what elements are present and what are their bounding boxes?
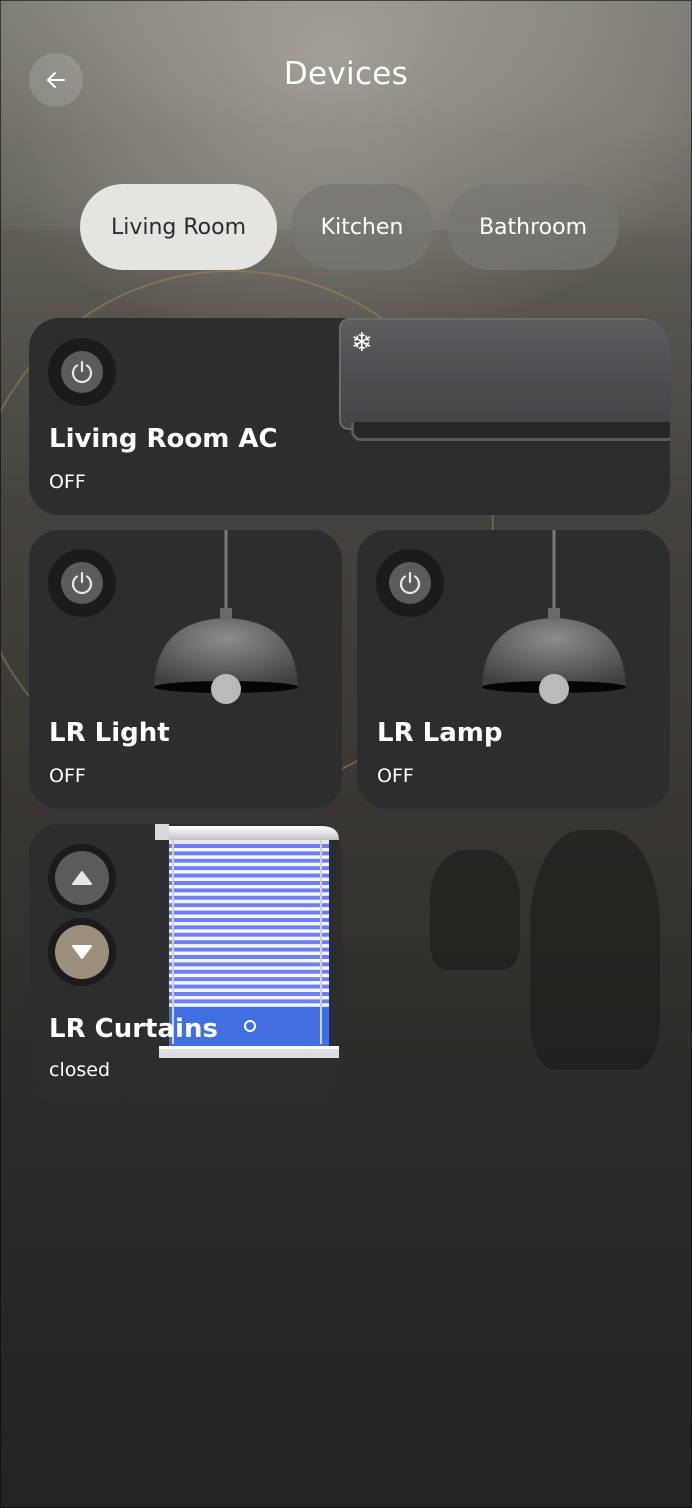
- blind-slat: [169, 984, 329, 989]
- blind-slat: [169, 977, 329, 982]
- blind-slat-highlight: [169, 870, 329, 874]
- device-card-ac[interactable]: ❄ Living Room AC OFF: [29, 318, 670, 515]
- blind-slat-highlight: [169, 855, 329, 859]
- tab-kitchen[interactable]: Kitchen: [291, 184, 433, 270]
- device-name: LR Light: [49, 718, 170, 748]
- device-state: closed: [49, 1059, 110, 1081]
- blind-slat-highlight: [169, 922, 329, 926]
- blind-slat: [169, 851, 329, 856]
- blind-slat: [169, 858, 329, 863]
- blind-slat-highlight: [169, 959, 329, 963]
- room-tabs: Living Room Kitchen Bathroom: [80, 184, 619, 270]
- blind-slat: [169, 940, 329, 945]
- blind-slat-highlight: [169, 936, 329, 941]
- blind-slat: [169, 925, 329, 930]
- blind-slat: [169, 881, 329, 885]
- device-state: OFF: [49, 765, 86, 787]
- tab-bathroom[interactable]: Bathroom: [447, 184, 619, 270]
- device-name: LR Lamp: [377, 718, 503, 748]
- blind-slat-highlight: [169, 996, 329, 1000]
- device-name: Living Room AC: [49, 424, 278, 454]
- blind-slat-highlight: [169, 929, 329, 933]
- blind-slat: [169, 962, 329, 967]
- header: Devices: [0, 0, 692, 160]
- blind-slat: [169, 918, 329, 922]
- air-conditioner-icon: [339, 318, 670, 430]
- blind-slat-highlight: [169, 907, 329, 911]
- snowflake-icon: ❄: [351, 328, 373, 358]
- blind-slat: [169, 888, 329, 893]
- power-icon: [71, 360, 93, 384]
- blind-slat: [169, 873, 329, 878]
- blind-slat-highlight: [169, 966, 329, 970]
- triangle-up-icon: [72, 871, 92, 885]
- blind-slat: [169, 947, 329, 952]
- blind-slat-highlight: [169, 981, 329, 985]
- blind-slat: [169, 903, 329, 908]
- pendant-lamp-icon: [482, 530, 626, 704]
- blind-slat-highlight: [169, 973, 329, 978]
- blind-slat: [169, 932, 329, 937]
- blind-slat-highlight: [169, 944, 329, 948]
- device-card-light[interactable]: LR Light OFF: [29, 530, 342, 809]
- device-name: LR Curtains: [49, 1014, 218, 1044]
- device-state: OFF: [49, 471, 86, 493]
- blind-slat-highlight: [169, 848, 329, 852]
- triangle-down-icon: [72, 945, 92, 959]
- curtain-open-button[interactable]: [48, 844, 116, 912]
- blind-slat: [169, 955, 329, 959]
- curtain-close-button[interactable]: [48, 918, 116, 986]
- power-icon: [399, 571, 421, 595]
- blind-slat-highlight: [169, 951, 329, 955]
- blind-slat-highlight: [169, 862, 329, 867]
- lamp-power-button[interactable]: [376, 549, 444, 617]
- blind-slat: [169, 969, 329, 974]
- device-card-lamp[interactable]: LR Lamp OFF: [357, 530, 670, 809]
- blind-slat: [169, 992, 329, 996]
- blind-slat-highlight: [169, 877, 329, 881]
- blind-slat-highlight: [169, 914, 329, 918]
- blind-slat-highlight: [169, 988, 329, 992]
- blind-slat: [169, 895, 329, 900]
- light-power-button[interactable]: [48, 549, 116, 617]
- ac-power-button[interactable]: [48, 338, 116, 406]
- blind-slat: [169, 999, 329, 1004]
- pendant-lamp-icon: [154, 530, 298, 704]
- device-state: OFF: [377, 765, 414, 787]
- blind-slat: [169, 866, 329, 871]
- device-card-curtains[interactable]: LR Curtains closed: [29, 824, 342, 1103]
- page-title: Devices: [283, 56, 409, 92]
- blind-slat-highlight: [169, 1003, 329, 1007]
- power-icon: [71, 571, 93, 595]
- blind-slat: [169, 844, 329, 848]
- blind-slat-highlight: [169, 899, 329, 904]
- blind-slat-highlight: [169, 885, 329, 889]
- tab-living-room[interactable]: Living Room: [80, 184, 277, 270]
- blind-slat-highlight: [169, 892, 329, 896]
- blind-slat: [169, 910, 329, 915]
